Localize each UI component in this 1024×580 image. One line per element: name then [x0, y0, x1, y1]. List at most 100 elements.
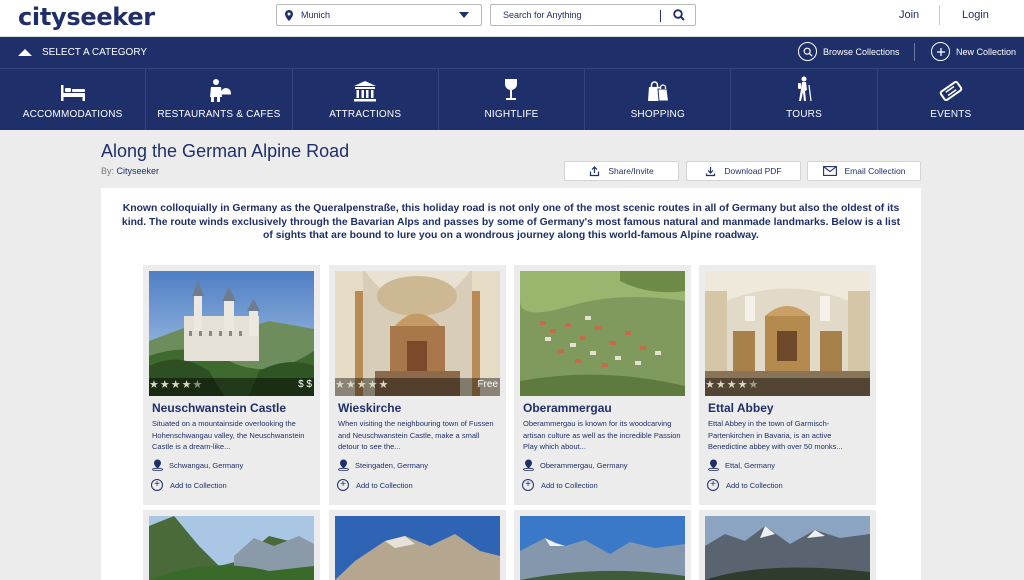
add-to-collection-button[interactable]: + Add to Collection	[522, 479, 598, 491]
category-events[interactable]: EVENTS	[878, 69, 1024, 130]
category-label: SHOPPING	[630, 109, 685, 120]
add-to-collection-button[interactable]: + Add to Collection	[707, 479, 783, 491]
chevron-down-icon[interactable]	[459, 12, 469, 18]
new-collection-button[interactable]: New Collection	[931, 42, 1016, 61]
add-to-collection-label: Add to Collection	[541, 480, 598, 490]
hiker-icon	[798, 76, 812, 102]
category-label: RESTAURANTS & CAFES	[157, 109, 281, 120]
download-pdf-button[interactable]: Download PDF	[686, 161, 801, 181]
author-link[interactable]: Cityseeker	[117, 166, 160, 176]
catbar-divider	[914, 43, 915, 61]
place-card[interactable]: ★★★★★ Free Wieskirche When visiting the …	[329, 265, 506, 505]
collection-panel: Known colloquially in Germany as the Que…	[101, 188, 921, 580]
place-card[interactable]	[329, 510, 506, 580]
browse-collections-button[interactable]: Browse Collections	[798, 42, 900, 61]
category-label: TOURS	[786, 109, 822, 120]
top-divider	[939, 5, 940, 25]
place-description: Oberammergau is known for its woodcarvin…	[523, 419, 681, 451]
add-to-collection-button[interactable]: + Add to Collection	[151, 479, 227, 491]
plus-circle-icon: +	[522, 479, 534, 491]
plus-circle-icon: +	[151, 479, 163, 491]
select-category-toggle[interactable]: SELECT A CATEGORY	[18, 47, 147, 58]
plus-circle-icon: +	[707, 479, 719, 491]
mountain-valley-photo	[149, 516, 314, 580]
email-collection-button[interactable]: Email Collection	[807, 161, 921, 181]
by-label: By:	[101, 166, 115, 176]
place-photo[interactable]	[520, 271, 685, 396]
place-card[interactable]: ★★★★★ $ $ Neuschwanstein Castle Situated…	[143, 265, 320, 505]
price-badge: Free	[477, 379, 498, 390]
wine-glass-icon	[505, 79, 518, 100]
join-link[interactable]: Join	[899, 9, 919, 21]
plus-circle-icon: +	[337, 479, 349, 491]
byline: By: Cityseeker	[101, 166, 159, 176]
map-pin-icon	[338, 459, 349, 471]
place-photo[interactable]	[149, 516, 314, 580]
download-pdf-label: Download PDF	[724, 166, 782, 176]
place-photo[interactable]	[335, 516, 500, 580]
add-to-collection-label: Add to Collection	[356, 480, 413, 490]
envelope-icon	[822, 166, 837, 176]
plus-icon	[931, 42, 950, 61]
category-label: ATTRACTIONS	[329, 109, 402, 120]
rocky-mountains-photo	[705, 516, 870, 580]
bed-icon	[60, 85, 85, 101]
category-shopping[interactable]: SHOPPING	[585, 69, 732, 130]
category-restaurants[interactable]: RESTAURANTS & CAFES	[146, 69, 293, 130]
category-label: NIGHTLIFE	[484, 109, 539, 120]
category-label: EVENTS	[930, 109, 972, 120]
place-card[interactable]	[699, 510, 876, 580]
museum-icon	[354, 81, 377, 102]
category-attractions[interactable]: ATTRACTIONS	[293, 69, 439, 130]
logo[interactable]: cityseeker	[18, 3, 155, 31]
browse-collections-label: Browse Collections	[823, 46, 900, 57]
search-divider	[660, 10, 661, 22]
add-to-collection-button[interactable]: + Add to Collection	[337, 479, 413, 491]
search-box	[490, 4, 696, 26]
place-card[interactable]: ★★★★★ Ettal Abbey Ettal Abbey in the tow…	[699, 265, 876, 505]
place-location[interactable]: Steingaden, Germany	[338, 459, 428, 471]
place-description: Ettal Abbey in the town of Garmisch-Part…	[708, 419, 843, 451]
map-pin-icon	[708, 459, 719, 471]
place-location[interactable]: Ettal, Germany	[708, 459, 775, 471]
place-name[interactable]: Wieskirche	[338, 401, 401, 415]
triangle-up-icon	[18, 49, 32, 56]
place-description: When visiting the neighbouring town of F…	[338, 419, 494, 451]
place-card[interactable]	[143, 510, 320, 580]
page-title: Along the German Alpine Road	[101, 141, 350, 161]
place-name[interactable]: Ettal Abbey	[708, 401, 774, 415]
rating-stars: ★★★★★	[705, 379, 760, 391]
place-name[interactable]: Neuschwanstein Castle	[152, 401, 286, 415]
search-icon[interactable]	[673, 9, 685, 23]
place-location[interactable]: Schwangau, Germany	[152, 459, 243, 471]
place-photo[interactable]	[520, 516, 685, 580]
location-label: Ettal, Germany	[725, 460, 776, 470]
collection-content: Along the German Alpine Road By: Citysee…	[101, 130, 921, 580]
login-link[interactable]: Login	[962, 9, 989, 21]
add-to-collection-label: Add to Collection	[170, 480, 227, 490]
city-select[interactable]: Munich	[276, 4, 482, 26]
share-invite-button[interactable]: Share/Invite	[564, 161, 679, 181]
search-input[interactable]	[503, 10, 653, 20]
place-card[interactable]	[514, 510, 691, 580]
location-label: Steingaden, Germany	[355, 460, 428, 470]
place-photo[interactable]	[705, 516, 870, 580]
location-label: Schwangau, Germany	[169, 460, 244, 470]
category-row: ACCOMMODATIONS RESTAURANTS & CAFES ATTRA…	[0, 68, 1024, 130]
category-nightlife[interactable]: NIGHTLIFE	[439, 69, 586, 130]
place-description: Situated on a mountainside overlooking t…	[152, 419, 305, 451]
map-pin-icon	[285, 9, 297, 21]
place-card[interactable]: Oberammergau Oberammergau is known for i…	[514, 265, 691, 505]
category-tours[interactable]: TOURS	[731, 69, 878, 130]
city-value: Munich	[301, 10, 331, 20]
category-accommodations[interactable]: ACCOMMODATIONS	[0, 69, 147, 130]
new-collection-label: New Collection	[956, 46, 1017, 57]
download-icon	[706, 166, 716, 176]
place-name[interactable]: Oberammergau	[523, 401, 612, 415]
top-bar: cityseeker Munich Join Login	[0, 0, 1024, 37]
price-badge: $ $	[298, 379, 312, 390]
place-location[interactable]: Oberammergau, Germany	[523, 459, 628, 471]
ticket-icon	[939, 80, 963, 102]
rating-stars: ★★★★★	[335, 379, 390, 391]
map-pin-icon	[523, 459, 534, 471]
